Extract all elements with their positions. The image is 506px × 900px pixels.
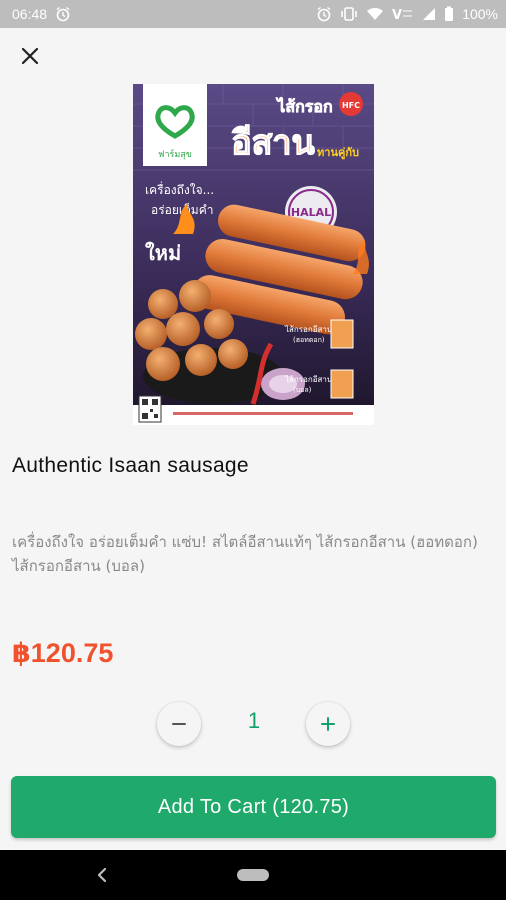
wifi-icon: [366, 6, 384, 22]
product-detail-screen: 06:48 V 100% ฟาร์มสุข ไส้กรอก อีสาน ทานค…: [0, 0, 506, 900]
image-new-label: ใหม่: [145, 241, 181, 265]
signal-icon: [422, 6, 436, 22]
volte-icon: V: [392, 6, 414, 22]
status-time: 06:48: [12, 6, 48, 22]
status-left: 06:48: [12, 6, 71, 22]
decrease-quantity-button[interactable]: [157, 702, 201, 746]
image-variant-1-sub: (ฮอทดอก): [293, 336, 325, 344]
minus-icon: [172, 723, 186, 725]
add-to-cart-button[interactable]: Add To Cart (120.75): [11, 776, 496, 838]
alarm-icon: [55, 6, 71, 22]
increase-quantity-button[interactable]: [306, 702, 350, 746]
svg-text:V: V: [392, 8, 402, 22]
product-description: เครื่องถึงใจ อร่อยเต็มคำ แซ่บ! สไตล์อีสา…: [12, 533, 478, 575]
image-variant-2-sub: (บอล): [293, 386, 312, 394]
image-tagline-1: เครื่องถึงใจ...: [145, 181, 214, 197]
alarm-icon: [316, 6, 332, 22]
image-headline-sub: ทานคู่กับ: [317, 146, 359, 160]
home-pill[interactable]: [237, 869, 269, 881]
battery-percent: 100%: [462, 6, 498, 22]
image-headline-top: ไส้กรอก: [275, 97, 332, 116]
close-icon: [21, 47, 39, 65]
image-variant-1: ไส้กรอกอีสาน: [284, 325, 333, 334]
image-badge: HFC: [342, 101, 360, 110]
plus-icon: [321, 717, 335, 731]
battery-icon: [444, 6, 454, 22]
quantity-value: 1: [247, 708, 261, 733]
brand-name: ฟาร์มสุข: [158, 148, 192, 160]
product-title: Authentic Isaan sausage: [12, 454, 249, 477]
vibrate-icon: [340, 6, 358, 22]
close-button[interactable]: [12, 38, 48, 74]
image-halal-label: HALAL: [291, 206, 331, 219]
image-headline-main: อีสาน: [231, 123, 315, 163]
product-price: ฿120.75: [12, 638, 114, 668]
system-navigation-bar: [0, 850, 506, 900]
quantity-stepper: 1: [0, 700, 506, 746]
back-icon[interactable]: [92, 865, 112, 885]
status-right: V 100%: [316, 6, 498, 22]
status-bar: 06:48 V 100%: [0, 0, 506, 28]
image-variant-2: ไส้กรอกอีสาน: [284, 375, 333, 384]
product-image: ฟาร์มสุข ไส้กรอก อีสาน ทานคู่กับ HFC เคร…: [133, 84, 374, 425]
